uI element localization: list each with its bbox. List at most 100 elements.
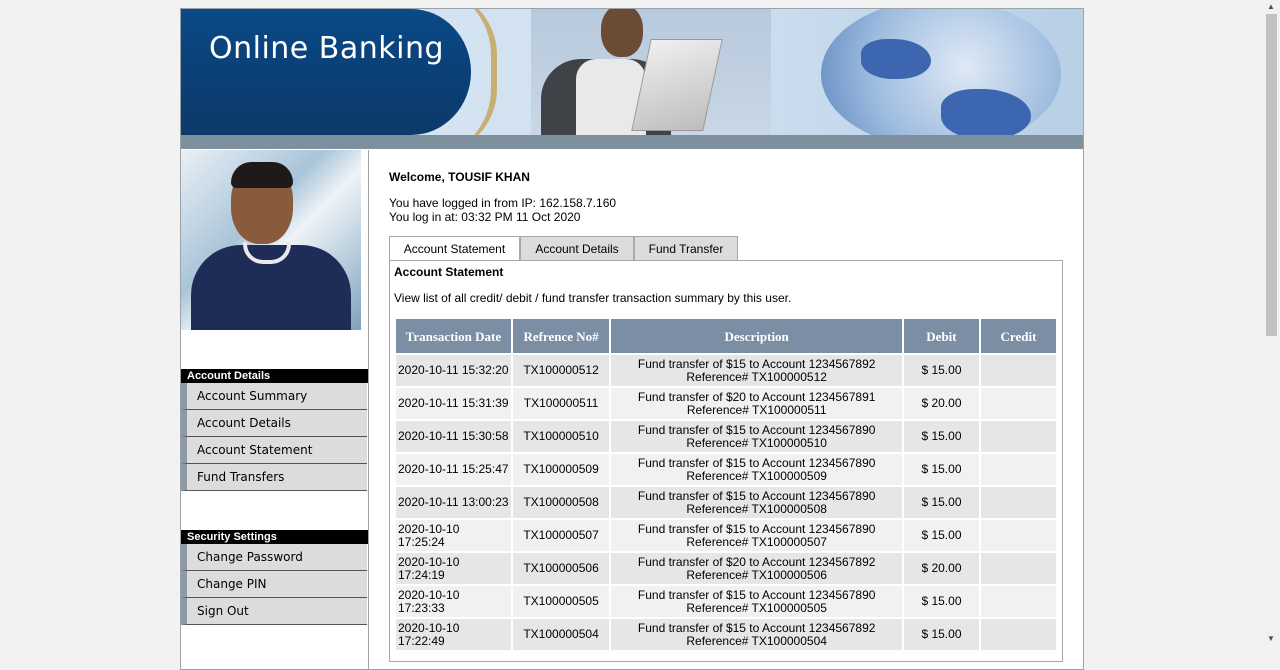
cell-date: 2020-10-11 15:31:39 — [396, 388, 511, 419]
cell-date: 2020-10-10 17:23:33 — [396, 586, 511, 617]
cell-description: Fund transfer of $15 to Account 12345678… — [611, 421, 902, 452]
cell-description: Fund transfer of $15 to Account 12345678… — [611, 520, 902, 551]
sidebar-item-sign-out[interactable]: Sign Out — [181, 598, 367, 625]
banner-title: Online Banking — [209, 31, 445, 66]
welcome-message: Welcome, TOUSIF KHAN — [389, 170, 530, 184]
sidebar-divider — [368, 150, 369, 670]
table-row: 2020-10-10 17:22:49 TX100000504 Fund trans… — [396, 619, 1056, 650]
cell-date: 2020-10-11 15:25:47 — [396, 454, 511, 485]
security-menu-title: Security Settings — [181, 530, 368, 544]
cell-debit: $ 15.00 — [904, 454, 979, 485]
user-photo — [181, 150, 361, 330]
account-menu-title: Account Details — [181, 369, 368, 383]
column-header-credit: Credit — [980, 319, 1056, 353]
sidebar-item-account-summary[interactable]: Account Summary — [181, 383, 367, 410]
table-row: 2020-10-10 17:25:24 TX100000507 Fund trans… — [396, 520, 1056, 551]
cell-debit: $ 15.00 — [904, 586, 979, 617]
cell-reference: TX100000509 — [512, 454, 610, 485]
cell-credit — [980, 487, 1056, 518]
cell-debit: $ 15.00 — [904, 421, 979, 452]
table-header-row: Transaction Date Refrence No# Descriptio… — [396, 319, 1056, 353]
column-header-debit: Debit — [904, 319, 979, 353]
security-menu: Security Settings Change Password Change… — [181, 530, 368, 625]
globe-land — [941, 89, 1031, 135]
cell-reference: TX100000505 — [512, 586, 610, 617]
cell-date: 2020-10-10 17:22:49 — [396, 619, 511, 650]
column-header-description: Description — [611, 319, 902, 353]
cell-date: 2020-10-11 13:00:23 — [396, 487, 511, 518]
cell-description: Fund transfer of $20 to Account 12345678… — [611, 553, 902, 584]
sidebar-item-account-details[interactable]: Account Details — [181, 410, 367, 437]
table-row: 2020-10-11 15:30:58 TX100000510 Fund trans… — [396, 421, 1056, 452]
cell-credit — [980, 586, 1056, 617]
table-row: 2020-10-11 13:00:23 TX100000508 Fund trans… — [396, 487, 1056, 518]
cell-credit — [980, 421, 1056, 452]
tab-account-details[interactable]: Account Details — [520, 236, 634, 261]
sidebar-item-change-pin[interactable]: Change PIN — [181, 571, 367, 598]
cell-description: Fund transfer of $15 to Account 12345678… — [611, 586, 902, 617]
column-header-date: Transaction Date — [396, 319, 511, 353]
table-row: 2020-10-11 15:31:39 TX100000511 Fund trans… — [396, 388, 1056, 419]
cell-date: 2020-10-11 15:30:58 — [396, 421, 511, 452]
table-row: 2020-10-11 15:32:20 TX100000512 Fund trans… — [396, 355, 1056, 386]
cell-credit — [980, 388, 1056, 419]
cell-date: 2020-10-11 15:32:20 — [396, 355, 511, 386]
cell-debit: $ 15.00 — [904, 619, 979, 650]
banner-blue-panel — [181, 9, 471, 135]
tab-fund-transfer[interactable]: Fund Transfer — [634, 236, 738, 261]
cell-debit: $ 15.00 — [904, 355, 979, 386]
table-row: 2020-10-10 17:24:19 TX100000506 Fund trans… — [396, 553, 1056, 584]
cell-debit: $ 15.00 — [904, 487, 979, 518]
cell-reference: TX100000511 — [512, 388, 610, 419]
cell-date: 2020-10-10 17:25:24 — [396, 520, 511, 551]
cell-date: 2020-10-10 17:24:19 — [396, 553, 511, 584]
login-ip-text: You have logged in from IP: 162.158.7.16… — [389, 196, 617, 210]
triangle-down-icon[interactable]: ▼ — [1267, 634, 1275, 643]
cell-description: Fund transfer of $20 to Account 12345678… — [611, 388, 902, 419]
cell-reference: TX100000507 — [512, 520, 610, 551]
globe-image — [821, 9, 1061, 135]
photo-hair — [231, 162, 293, 188]
cell-description: Fund transfer of $15 to Account 12345678… — [611, 355, 902, 386]
panel-title: Account Statement — [394, 265, 504, 279]
cell-credit — [980, 520, 1056, 551]
sidebar-item-fund-transfers[interactable]: Fund Transfers — [181, 464, 367, 491]
column-header-reference: Refrence No# — [512, 319, 610, 353]
cell-credit — [980, 619, 1056, 650]
banner-person-image — [531, 9, 771, 135]
statement-panel: Account Statement View list of all credi… — [389, 260, 1063, 662]
sidebar-item-change-password[interactable]: Change Password — [181, 544, 367, 571]
cell-debit: $ 20.00 — [904, 553, 979, 584]
transactions-table: Transaction Date Refrence No# Descriptio… — [394, 317, 1058, 652]
triangle-up-icon[interactable]: ▲ — [1267, 2, 1275, 11]
scrollbar-thumb[interactable] — [1266, 14, 1277, 336]
table-row: 2020-10-10 17:23:33 TX100000505 Fund trans… — [396, 586, 1056, 617]
tab-account-statement[interactable]: Account Statement — [389, 236, 520, 262]
cell-credit — [980, 355, 1056, 386]
login-time-text: You log in at: 03:32 PM 11 Oct 2020 — [389, 210, 581, 224]
cell-reference: TX100000508 — [512, 487, 610, 518]
sidebar-item-account-statement[interactable]: Account Statement — [181, 437, 367, 464]
header-banner: Online Banking — [181, 9, 1083, 135]
cell-debit: $ 20.00 — [904, 388, 979, 419]
person-head — [601, 9, 643, 57]
cell-reference: TX100000512 — [512, 355, 610, 386]
vertical-scrollbar[interactable]: ▲ ▼ — [1263, 0, 1280, 645]
panel-description: View list of all credit/ debit / fund tr… — [394, 291, 792, 305]
globe-land — [861, 39, 931, 79]
banner-gold-arc — [431, 9, 497, 135]
table-row: 2020-10-11 15:25:47 TX100000509 Fund trans… — [396, 454, 1056, 485]
cell-description: Fund transfer of $15 to Account 12345678… — [611, 487, 902, 518]
cell-description: Fund transfer of $15 to Account 12345678… — [611, 619, 902, 650]
cell-description: Fund transfer of $15 to Account 12345678… — [611, 454, 902, 485]
account-menu: Account Details Account Summary Account … — [181, 369, 368, 491]
cell-reference: TX100000504 — [512, 619, 610, 650]
page-container: Online Banking Account Details Account S… — [180, 8, 1084, 670]
transactions-body: 2020-10-11 15:32:20 TX100000512 Fund trans… — [396, 355, 1056, 650]
cell-credit — [980, 553, 1056, 584]
cell-credit — [980, 454, 1056, 485]
cell-reference: TX100000510 — [512, 421, 610, 452]
laptop-image — [631, 39, 723, 131]
banner-strip — [181, 135, 1083, 149]
cell-debit: $ 15.00 — [904, 520, 979, 551]
